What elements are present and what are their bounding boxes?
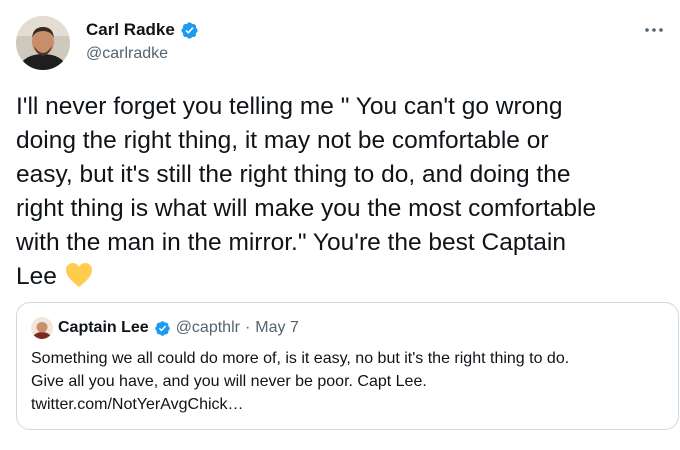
quoted-tweet-body: Something we all could do more of, is it…: [31, 347, 671, 416]
author-handle[interactable]: @carlradke: [86, 44, 199, 64]
tweet-body-line: right thing is what will make you the mo…: [16, 195, 597, 222]
author-avatar[interactable]: [16, 16, 70, 70]
more-options-icon[interactable]: [642, 20, 666, 40]
tweet-body-line: easy, but it's still the right thing to …: [16, 161, 571, 188]
quoted-tweet-line: Give all you have, and you will never be…: [31, 373, 427, 390]
tweet-body-line: with the man in the mirror." You're the …: [16, 229, 566, 256]
yellow-heart-icon: [65, 262, 93, 288]
author-display-name[interactable]: Carl Radke: [86, 20, 175, 40]
quoted-tweet-date: May 7: [255, 319, 299, 336]
tweet-body-line: doing the right thing, it may not be com…: [16, 127, 549, 154]
tweet-body: I'll never forget you telling me " You c…: [16, 90, 676, 294]
tweet: Carl Radke @carlradke I'll never forget …: [0, 0, 680, 450]
author-info: Carl Radke @carlradke: [86, 20, 199, 64]
quoted-author-avatar: [31, 317, 53, 339]
tweet-body-last-line: Lee: [16, 260, 676, 294]
verified-badge-icon: [180, 21, 199, 40]
quoted-tweet-header: Captain Lee @capthlr · May 7: [31, 317, 299, 339]
tweet-body-line: Lee: [16, 263, 57, 290]
verified-badge-icon: [154, 320, 171, 337]
quoted-tweet-line: Something we all could do more of, is it…: [31, 350, 570, 367]
author-name-row: Carl Radke: [86, 20, 199, 40]
quoted-author-handle: @capthlr: [175, 319, 240, 336]
quoted-tweet[interactable]: Captain Lee @capthlr · May 7 Something w…: [16, 302, 679, 430]
separator-dot: ·: [244, 319, 251, 336]
quoted-tweet-link[interactable]: twitter.com/NotYerAvgChick…: [31, 393, 671, 416]
quoted-author-name: Captain Lee: [58, 319, 149, 336]
tweet-body-line: I'll never forget you telling me " You c…: [16, 93, 563, 120]
